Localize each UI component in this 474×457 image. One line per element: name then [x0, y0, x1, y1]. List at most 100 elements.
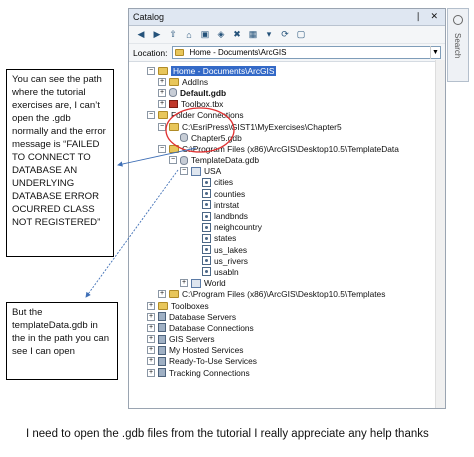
expand-icon[interactable]: + — [180, 279, 188, 288]
tree-item[interactable]: + Ready-To-Use Services — [129, 356, 445, 367]
collapse-icon[interactable]: − — [169, 156, 177, 165]
tree-item[interactable]: + Database Connections — [129, 322, 445, 333]
tree-item-label: C:\Program Files (x86)\ArcGIS\Desktop10.… — [182, 143, 399, 154]
tree-item[interactable]: + Database Servers — [129, 311, 445, 322]
tree-item[interactable]: − C:\Program Files (x86)\ArcGIS\Desktop10… — [129, 143, 445, 154]
tree-item[interactable]: − Folder Connections — [129, 110, 445, 121]
tree-item-label: intrstat — [214, 199, 240, 210]
catalog-title: Catalog — [133, 12, 165, 22]
tree-item-label: counties — [214, 188, 246, 199]
tree-item-label: states — [214, 233, 237, 244]
tree-item[interactable]: + World — [129, 278, 445, 289]
tree-item[interactable]: + Default.gdb — [129, 87, 445, 98]
expand-icon[interactable]: + — [158, 290, 166, 299]
tree-item[interactable]: + Toolboxes — [129, 300, 445, 311]
fds-icon — [191, 166, 201, 176]
tree-item[interactable]: landbnds — [129, 210, 445, 221]
tree-item[interactable]: − USA — [129, 166, 445, 177]
fc-icon — [202, 211, 211, 221]
fc-icon — [202, 177, 211, 187]
server-icon — [158, 334, 166, 344]
home-icon[interactable]: ⌂ — [183, 29, 195, 41]
tree-item-label: Database Connections — [169, 322, 254, 333]
tree-item-label: C:\Program Files (x86)\ArcGIS\Desktop10.… — [182, 289, 386, 300]
tree-item-label: World — [204, 278, 226, 289]
expand-icon[interactable]: + — [147, 368, 155, 377]
toolbox-icon[interactable]: ▢ — [295, 29, 307, 41]
expand-icon[interactable]: + — [158, 88, 166, 97]
folder-icon — [169, 144, 179, 153]
gdb-icon — [180, 155, 188, 165]
collapse-icon[interactable]: − — [147, 66, 155, 75]
expand-icon[interactable]: + — [158, 100, 166, 109]
back-arrow-icon[interactable]: ◀ — [135, 29, 147, 41]
collapse-icon[interactable]: − — [158, 122, 166, 131]
tree-item[interactable]: + Tracking Connections — [129, 367, 445, 378]
view-icon[interactable]: ▦ — [247, 29, 259, 41]
tree-item[interactable]: intrstat — [129, 199, 445, 210]
expand-icon[interactable]: + — [147, 357, 155, 366]
question-text: I need to open the .gdb files from the t… — [26, 428, 429, 440]
tree-item-label: usabln — [214, 266, 239, 277]
tree-item[interactable]: + My Hosted Services — [129, 345, 445, 356]
chevron-down-icon[interactable]: ▼ — [430, 46, 440, 59]
tree-item-label: TemplateData.gdb — [191, 155, 259, 166]
fc-icon — [202, 189, 211, 199]
collapse-icon[interactable]: − — [180, 167, 188, 176]
up-folder-icon[interactable]: ⇧ — [167, 29, 179, 41]
tree-item[interactable]: + GIS Servers — [129, 334, 445, 345]
tree-item-label: Ready-To-Use Services — [169, 356, 257, 367]
forward-arrow-icon[interactable]: ▶ — [151, 29, 163, 41]
expand-icon[interactable]: + — [158, 77, 166, 86]
location-value: Home - Documents\ArcGIS — [189, 48, 287, 57]
folder-icon[interactable]: ▣ — [199, 29, 211, 41]
expand-icon[interactable]: + — [147, 301, 155, 310]
delete-icon[interactable]: ✖ — [231, 29, 243, 41]
tree-item[interactable]: states — [129, 233, 445, 244]
tree-item[interactable]: neighcountry — [129, 222, 445, 233]
collapse-icon[interactable]: − — [147, 111, 155, 120]
folder-icon — [169, 290, 179, 299]
tree-item[interactable]: + AddIns — [129, 76, 445, 87]
folder-icon — [158, 111, 168, 120]
tree-item-label: Chapter5.gdb — [191, 132, 242, 143]
tree-item-label: Toolboxes — [171, 300, 209, 311]
server-icon — [158, 312, 166, 322]
server-icon — [158, 323, 166, 333]
tree-item-label: Tracking Connections — [169, 367, 250, 378]
tree-item[interactable]: Chapter5.gdb — [129, 132, 445, 143]
expand-icon[interactable]: + — [147, 335, 155, 344]
tree-item-label: us_lakes — [214, 244, 248, 255]
folder-icon — [169, 77, 179, 86]
expand-icon[interactable]: + — [147, 323, 155, 332]
server-icon — [158, 345, 166, 355]
expand-icon[interactable]: + — [147, 346, 155, 355]
tree-item[interactable]: − TemplateData.gdb — [129, 155, 445, 166]
search-side-tab[interactable]: Search — [447, 8, 469, 82]
connect-folder-icon[interactable]: ◈ — [215, 29, 227, 41]
window-controls[interactable]: ❘ ✕ — [414, 11, 441, 22]
gdb-icon — [169, 88, 177, 98]
vertical-scrollbar[interactable] — [435, 60, 445, 408]
location-bar: Location: Home - Documents\ArcGIS ▼ — [129, 44, 445, 62]
location-input[interactable]: Home - Documents\ArcGIS ▼ — [171, 46, 441, 59]
tree-item[interactable]: cities — [129, 177, 445, 188]
tree-item[interactable]: counties — [129, 188, 445, 199]
refresh-icon[interactable]: ⟳ — [279, 29, 291, 41]
server-icon — [158, 368, 166, 378]
tree-item[interactable]: + C:\Program Files (x86)\ArcGIS\Desktop10… — [129, 289, 445, 300]
catalog-toolbar: ◀ ▶ ⇧ ⌂ ▣ ◈ ✖ ▦ ▾ ⟳ ▢ — [129, 26, 445, 44]
fc-icon — [202, 233, 211, 243]
tree-item[interactable]: us_lakes — [129, 244, 445, 255]
tree-item[interactable]: usabln — [129, 266, 445, 277]
dropdown-icon[interactable]: ▾ — [263, 29, 275, 41]
tree-item-label: us_rivers — [214, 255, 248, 266]
tree-item[interactable]: − Home - Documents\ArcGIS — [129, 65, 445, 76]
tree-item-label: neighcountry — [214, 222, 262, 233]
annotation-note-error: You can see the path where the tutorial … — [6, 69, 114, 257]
collapse-icon[interactable]: − — [158, 144, 166, 153]
tree-item[interactable]: + Toolbox.tbx — [129, 99, 445, 110]
tree-item[interactable]: us_rivers — [129, 255, 445, 266]
tree-item[interactable]: − C:\EsriPress\GIST1\MyExercises\Chapter5 — [129, 121, 445, 132]
expand-icon[interactable]: + — [147, 312, 155, 321]
